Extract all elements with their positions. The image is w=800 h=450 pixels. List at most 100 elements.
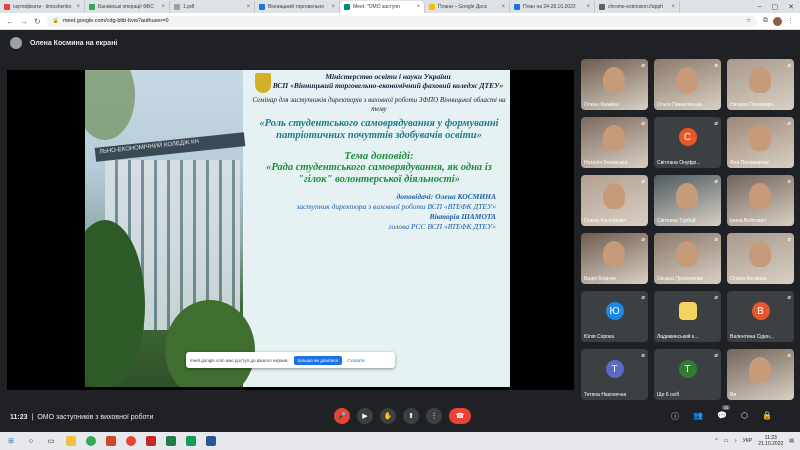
camera-icon[interactable]: ▶ — [357, 408, 373, 424]
browser-tab[interactable]: Meet: "ОМО заступн × — [340, 1, 425, 13]
close-window-icon[interactable]: ✕ — [788, 3, 794, 11]
participant-avatar: Т — [678, 360, 697, 379]
hide-notice-button[interactable]: Сховати — [347, 358, 364, 363]
lock-icon[interactable]: 🔒 — [762, 411, 772, 422]
tray-arrow-icon[interactable]: ^ — [715, 438, 717, 444]
participant-video — [749, 183, 771, 209]
acrobat-icon[interactable] — [146, 436, 156, 446]
participant-tile[interactable]: ⌀ Вадія Блідчук — [581, 233, 648, 284]
participant-tile[interactable]: ⌀ Ірина Войтович — [727, 175, 794, 226]
stop-sharing-button[interactable]: Більше не ділитися — [293, 355, 343, 365]
tab-label: Плани – Google Диск — [438, 4, 487, 10]
tab-close-icon[interactable]: × — [416, 4, 420, 10]
participant-tile[interactable]: ⌀ Оксана Прокопенко — [654, 233, 721, 284]
profile-avatar[interactable] — [773, 16, 782, 26]
end-call-icon[interactable]: ☎ — [449, 408, 471, 424]
participant-tile[interactable]: ⌀ Світлана Турбай — [654, 175, 721, 226]
search-icon[interactable]: ○ — [26, 436, 36, 446]
lock-icon: 🔒 — [52, 18, 59, 24]
tab-close-icon[interactable]: × — [331, 4, 335, 10]
tab-label: План на 24-28.10.2022 — [523, 4, 576, 10]
extensions-icon[interactable]: ⧉ — [763, 17, 768, 26]
participant-video — [603, 67, 625, 93]
participant-tile[interactable]: ⌀ Олена Космина — [727, 233, 794, 284]
browser-tab[interactable]: Вінницький торговельно × — [255, 1, 340, 13]
address-bar: ← → ↻ 🔒 meet.google.com/cdg-btib-bvw?aut… — [0, 13, 800, 30]
excel-icon[interactable] — [166, 436, 176, 446]
tab-close-icon[interactable]: × — [671, 4, 675, 10]
back-arrow-icon[interactable]: ← — [6, 17, 14, 26]
mic-off-icon[interactable]: 🎤 — [334, 408, 350, 424]
participant-tile[interactable]: ⌀ Наталія Паламарч... — [727, 59, 794, 110]
seminar-topic: «Роль студентського самоврядування у фор… — [259, 118, 499, 141]
tab-close-icon[interactable]: × — [501, 4, 505, 10]
tab-label: 1.pdf — [183, 4, 195, 10]
participant-video — [749, 357, 771, 383]
info-icon[interactable]: ⓘ — [671, 411, 679, 422]
share-notice-text: meet.google.com має доступ до вашого екр… — [190, 357, 289, 363]
present-screen-icon[interactable]: ⬆ — [403, 408, 419, 424]
word-icon[interactable] — [206, 436, 216, 446]
participant-video — [676, 67, 698, 93]
windows-start-icon[interactable]: ⊞ — [6, 436, 16, 446]
call-controls: 🎤 ▶ ✋ ⬆ ⋮ ☎ — [334, 408, 471, 424]
activities-icon[interactable]: ⬡ — [741, 411, 748, 422]
browser-tab[interactable]: Плани – Google Диск × — [425, 1, 510, 13]
tab-close-icon[interactable]: × — [76, 4, 80, 10]
muted-mic-icon: ⌀ — [714, 179, 718, 185]
browser-tab[interactable]: сертифікати - timoshenko × — [0, 1, 85, 13]
muted-mic-icon: ⌀ — [714, 295, 718, 301]
clock[interactable]: 11:23 21.10.2022 — [758, 435, 783, 447]
file-explorer-icon[interactable] — [66, 436, 76, 446]
tab-close-icon[interactable]: × — [246, 4, 250, 10]
chat-icon[interactable]: 💬 — [717, 411, 727, 422]
muted-mic-icon: ⌀ — [641, 63, 645, 69]
browser-tab[interactable]: План на 24-28.10.2022 × — [510, 1, 595, 13]
participant-tile[interactable]: ⌀ Яна Паламарчук — [727, 117, 794, 168]
participant-tile[interactable]: ⌀ Олена Косперевіч — [581, 175, 648, 226]
powerpoint-icon[interactable] — [106, 436, 116, 446]
participant-name: Ладижинський к... — [657, 334, 699, 340]
participant-tile[interactable]: ⌀ Ви — [727, 349, 794, 400]
participant-tile[interactable]: Т ⌀ Тетяна Наконечна — [581, 349, 648, 400]
network-icon[interactable]: ▭ — [724, 438, 729, 444]
browser-tab[interactable]: chrome-extension://apph × — [595, 1, 680, 13]
forward-arrow-icon[interactable]: → — [20, 17, 28, 26]
browser-tab[interactable]: Банківські операції ФБС × — [85, 1, 170, 13]
menu-icon[interactable]: ⋮ — [787, 17, 794, 26]
participant-name: Ви — [730, 392, 737, 398]
more-options-icon[interactable]: ⋮ — [426, 408, 442, 424]
volume-icon[interactable]: ♪ — [734, 438, 737, 444]
participant-tile[interactable]: С ⌀ Світлана Онуфрі... — [654, 117, 721, 168]
reload-icon[interactable]: ↻ — [34, 17, 41, 26]
tab-close-icon[interactable]: × — [161, 4, 165, 10]
notifications-icon[interactable]: ▤ — [789, 438, 794, 444]
chrome-icon[interactable] — [126, 436, 136, 446]
participant-video — [676, 183, 698, 209]
participant-tile[interactable]: В ⌀ Валентина Сіден... — [727, 291, 794, 342]
participant-video — [676, 241, 698, 267]
raise-hand-icon[interactable]: ✋ — [380, 408, 396, 424]
minimize-icon[interactable]: – — [758, 3, 762, 11]
report-topic-heading: Тема доповіді: — [344, 150, 414, 162]
people-icon[interactable]: 👥 — [693, 411, 703, 422]
keyboard-language[interactable]: УКР — [743, 438, 752, 444]
tab-close-icon[interactable]: × — [586, 4, 590, 10]
participant-tile[interactable]: ⌀ Ольга Пиньковська — [654, 59, 721, 110]
participant-video — [603, 125, 625, 151]
task-view-icon[interactable]: ▭ — [46, 436, 56, 446]
tab-favicon-icon — [174, 4, 180, 10]
participant-tile[interactable]: ⌀ Олена Кваміна — [581, 59, 648, 110]
participant-tile[interactable]: ⌀ Ладижинський к... — [654, 291, 721, 342]
participant-name: Ольга Пиньковська — [657, 102, 702, 108]
participant-name: Ще 6 осіб — [657, 392, 680, 398]
participant-tile[interactable]: ⌀ Наталія Возовська — [581, 117, 648, 168]
meet-icon[interactable] — [186, 436, 196, 446]
participant-tile[interactable]: Ю ⌀ Юлія Сорока — [581, 291, 648, 342]
chrome-icon[interactable] — [86, 436, 96, 446]
star-icon[interactable]: ☆ — [746, 18, 751, 24]
browser-tab[interactable]: 1.pdf × — [170, 1, 255, 13]
maximize-icon[interactable]: ▢ — [772, 3, 779, 11]
url-field[interactable]: 🔒 meet.google.com/cdg-btib-bvw?authuser=… — [46, 15, 757, 27]
participant-tile[interactable]: Т ⌀ Ще 6 осіб — [654, 349, 721, 400]
